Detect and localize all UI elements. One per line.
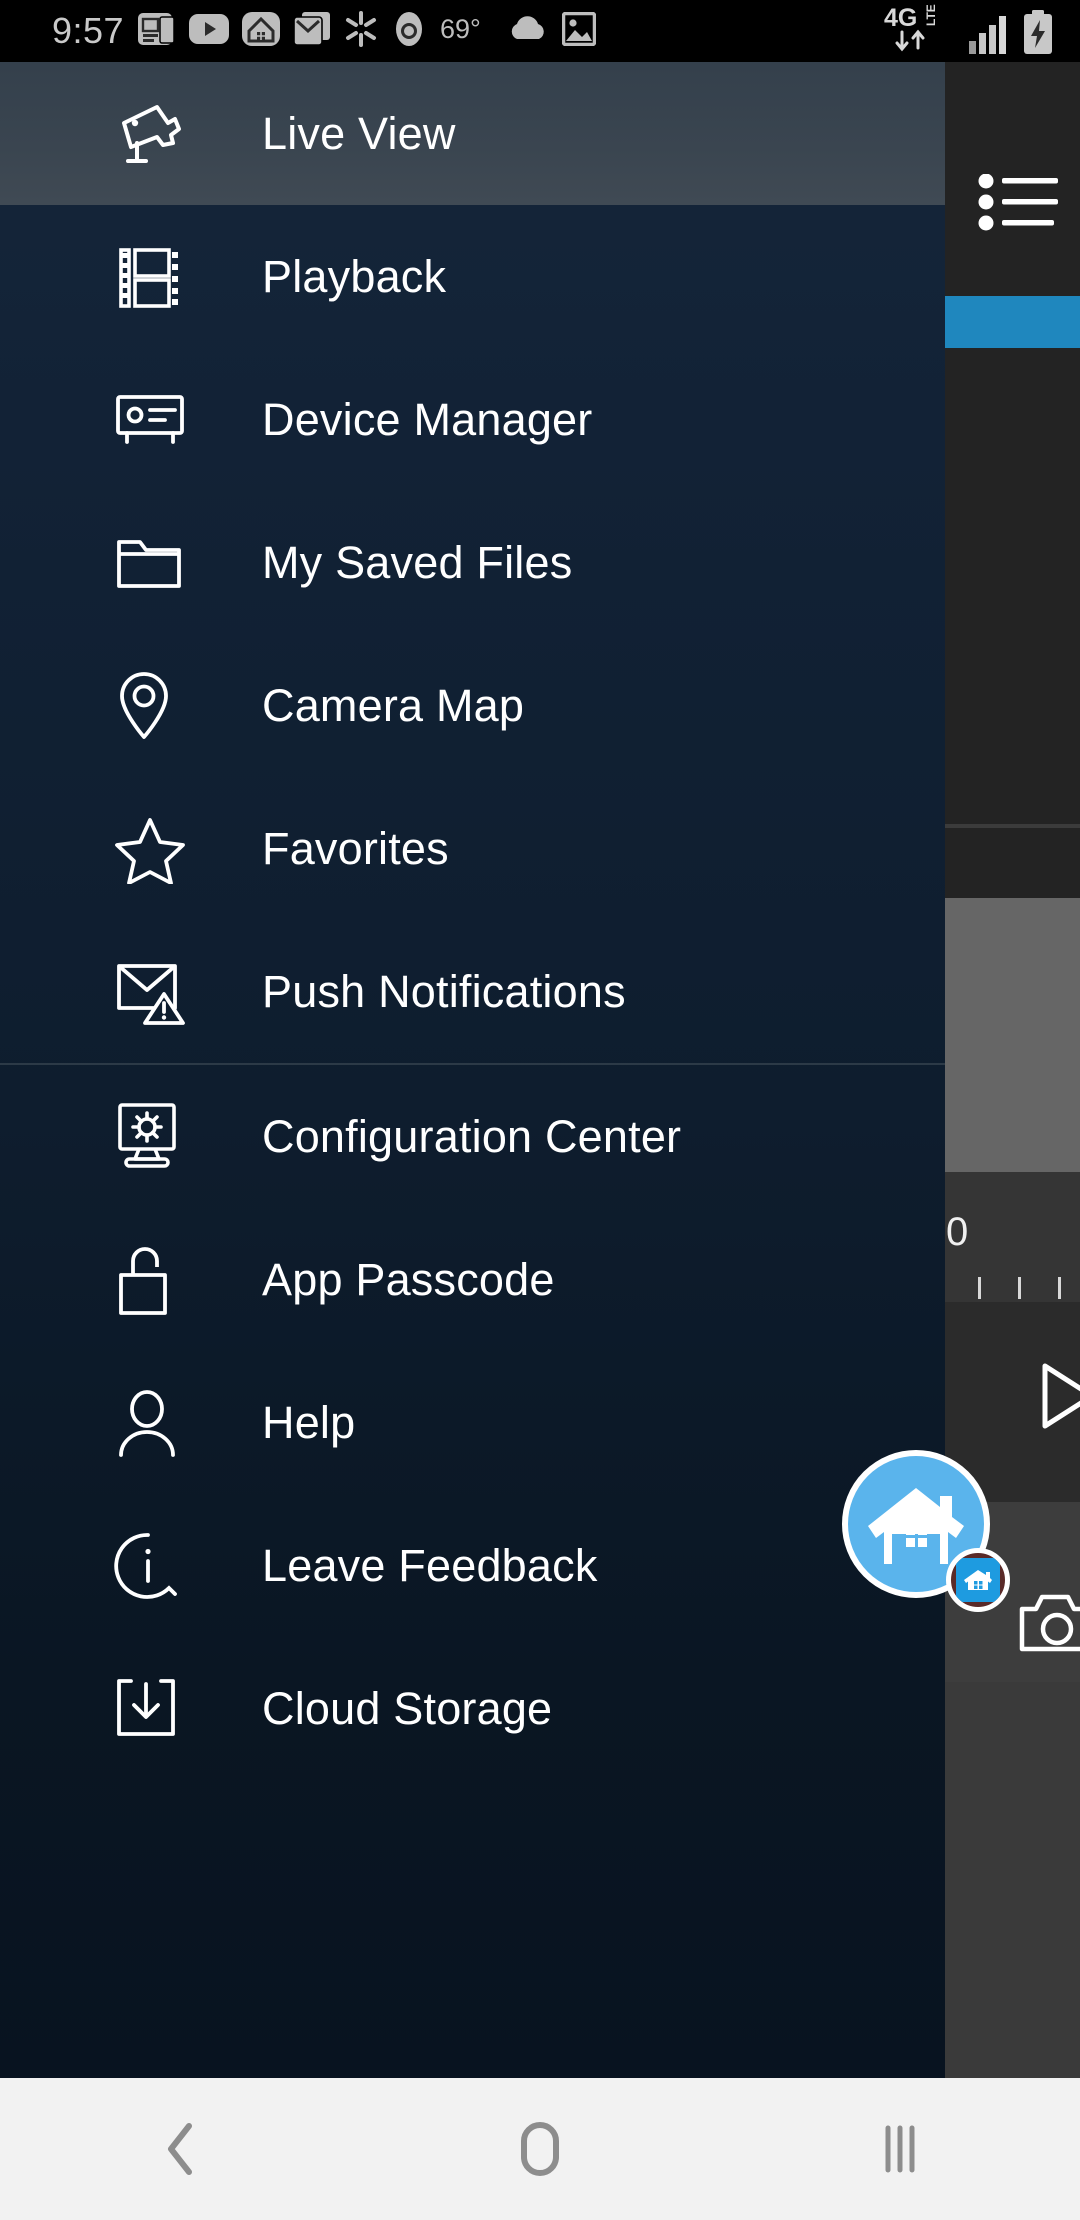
drawer-item-push-notifications[interactable]: Push Notifications	[0, 920, 945, 1063]
drawer-item-label: Playback	[262, 250, 447, 302]
drawer-item-label: Camera Map	[262, 679, 525, 731]
drawer-item-label: My Saved Files	[262, 536, 573, 588]
status-notification-icons: 69°	[138, 10, 597, 53]
drawer-item-cloud-storage[interactable]: Cloud Storage	[0, 1637, 945, 1780]
chrome-icon	[391, 11, 427, 52]
network-type-4glte-icon: 4G LTE	[884, 4, 958, 59]
email-icon	[293, 11, 331, 52]
folder-icon	[113, 532, 189, 594]
svg-text:4G: 4G	[884, 4, 917, 32]
temperature-label: 69°	[440, 12, 494, 51]
drawer-item-configuration-center[interactable]: Configuration Center	[0, 1065, 945, 1208]
house-badge-icon[interactable]	[946, 1548, 1010, 1612]
drawer-item-help[interactable]: Help	[0, 1351, 945, 1494]
star-icon	[113, 814, 189, 884]
back-chevron-icon[interactable]	[0, 2078, 360, 2220]
timeline-tick-label: 0	[946, 1210, 969, 1254]
play-triangle-icon[interactable]	[1040, 1362, 1080, 1435]
background-app-bottom	[930, 1682, 1080, 2078]
padlock-open-icon	[113, 1243, 189, 1317]
drawer-item-playback[interactable]: Playback	[0, 205, 945, 348]
monitor-gear-icon	[113, 1101, 189, 1173]
drawer-item-favorites[interactable]: Favorites	[0, 777, 945, 920]
drawer-item-label: Favorites	[262, 822, 449, 874]
status-bar-right: 4G LTE	[884, 4, 1062, 59]
badge-inner	[956, 1558, 1000, 1602]
smart-home-bubble[interactable]	[842, 1450, 1010, 1612]
status-bar: 9:57 69° 4G LTE	[0, 0, 1080, 62]
status-clock: 9:57	[52, 10, 125, 51]
image-icon	[561, 11, 597, 51]
background-app-subbar	[930, 828, 1080, 898]
drawer-item-device-manager[interactable]: Device Manager	[0, 348, 945, 491]
svg-text:69°: 69°	[440, 14, 481, 44]
background-app-gap	[930, 254, 1080, 296]
drawer-item-leave-feedback[interactable]: Leave Feedback	[0, 1494, 945, 1637]
drawer-item-label: Help	[262, 1396, 356, 1448]
drawer-item-label: Cloud Storage	[262, 1682, 553, 1734]
cellular-signal-icon	[969, 14, 1011, 59]
drawer-item-label: Leave Feedback	[262, 1539, 598, 1591]
drawer-item-camera-map[interactable]: Camera Map	[0, 634, 945, 777]
background-app-middle	[930, 348, 1080, 824]
film-strip-icon	[113, 242, 189, 312]
nest-home-icon	[242, 10, 281, 53]
camera-snapshot-icon[interactable]	[1018, 1592, 1080, 1659]
home-square-icon[interactable]	[360, 2078, 720, 2220]
drawer-item-my-saved-files[interactable]: My Saved Files	[0, 491, 945, 634]
recents-bars-icon[interactable]	[720, 2078, 1080, 2220]
cctv-camera-icon	[113, 99, 189, 169]
news-icon	[138, 10, 176, 53]
device-card-icon	[113, 391, 189, 449]
drawer-item-label: Push Notifications	[262, 965, 626, 1017]
bulleted-list-icon[interactable]	[978, 173, 1060, 237]
background-video-panel	[944, 898, 1080, 1218]
navigation-drawer: Live View Playback Device Manager My Sav…	[0, 62, 945, 2078]
youtube-icon	[189, 13, 230, 49]
battery-charging-icon	[1022, 9, 1054, 59]
info-circle-icon	[113, 1531, 189, 1601]
drawer-item-app-passcode[interactable]: App Passcode	[0, 1208, 945, 1351]
status-bar-left: 9:57 69°	[0, 10, 597, 53]
drawer-item-label: Configuration Center	[262, 1110, 682, 1162]
download-box-icon	[113, 1676, 189, 1742]
timeline-ticks	[930, 1277, 1080, 1299]
drawer-item-label: Live View	[262, 107, 456, 159]
drawer-item-live-view[interactable]: Live View	[0, 62, 945, 205]
system-navigation-bar	[0, 2078, 1080, 2220]
cloud-icon	[507, 15, 549, 48]
map-pin-icon	[113, 669, 189, 743]
drawer-item-label: Device Manager	[262, 393, 593, 445]
envelope-alert-icon	[113, 958, 189, 1026]
walmart-icon	[344, 10, 378, 52]
background-accent-band	[942, 296, 1080, 348]
drawer-item-label: App Passcode	[262, 1253, 555, 1305]
svg-text:LTE: LTE	[924, 4, 938, 26]
person-icon	[113, 1387, 189, 1459]
